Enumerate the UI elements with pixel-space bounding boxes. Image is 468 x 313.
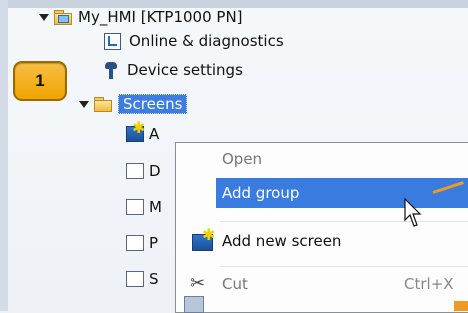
diagnostics-icon — [104, 32, 121, 50]
menu-separator — [220, 221, 468, 222]
window-frame-left — [0, 0, 8, 311]
menu-item-cut[interactable]: ✂ Cut Ctrl+X — [176, 269, 468, 299]
tree-node-online-diagnostics[interactable]: Online & diagnostics — [104, 29, 284, 53]
screen-initial: M — [149, 198, 162, 216]
screen-item-1[interactable]: D — [126, 159, 161, 183]
context-menu: Open Add group ✱ Add new screen ✂ Cut Ct… — [175, 142, 468, 313]
add-group-label: Add group — [222, 184, 300, 202]
screen-item-3[interactable]: P — [126, 231, 158, 255]
online-diagnostics-label: Online & diagnostics — [129, 32, 284, 50]
wrench-icon — [104, 61, 119, 79]
tree-node-device[interactable]: My_HMI [KTP1000 PN] — [39, 5, 243, 29]
menu-item-open[interactable]: Open — [176, 144, 468, 174]
menu-item-add-group[interactable]: Add group — [216, 178, 468, 208]
screens-label: Screens — [118, 94, 188, 114]
screen-initial: P — [149, 234, 159, 252]
add-new-screen-label: Add new screen — [222, 232, 342, 250]
add-screen-icon: ✱ — [192, 227, 215, 251]
screen-item-2[interactable]: M — [126, 195, 162, 219]
scissors-icon: ✂ — [190, 273, 206, 294]
screen-initial: S — [149, 270, 159, 288]
tree-node-device-settings[interactable]: Device settings — [104, 58, 243, 82]
screen-icon — [126, 235, 144, 251]
add-screen-icon: ✱ — [126, 120, 145, 142]
screen-icon — [126, 271, 144, 287]
screen-item-0[interactable]: ✱ A — [126, 120, 160, 146]
copy-icon — [184, 296, 204, 313]
screen-icon — [126, 199, 144, 215]
cursor-icon — [404, 198, 422, 227]
cut-shortcut: Ctrl+X — [404, 275, 454, 293]
open-label: Open — [222, 150, 263, 168]
orange-marker — [454, 301, 468, 311]
menu-separator — [220, 266, 468, 267]
expand-triangle-icon[interactable] — [39, 13, 49, 21]
menu-item-add-new-screen[interactable]: ✱ Add new screen — [176, 226, 468, 256]
screen-initial: D — [149, 162, 161, 180]
screen-initial: A — [149, 125, 160, 143]
screen-item-4[interactable]: S — [126, 267, 159, 291]
expand-triangle-icon[interactable] — [79, 100, 89, 108]
cut-label: Cut — [222, 275, 248, 293]
device-label: My_HMI [KTP1000 PN] — [78, 8, 243, 26]
folder-icon — [94, 97, 112, 112]
device-settings-label: Device settings — [127, 61, 243, 79]
tree-node-screens[interactable]: Screens — [79, 92, 188, 116]
hmi-device-icon — [54, 10, 72, 25]
screen-icon — [126, 163, 144, 179]
step-badge: 1 — [13, 61, 67, 101]
